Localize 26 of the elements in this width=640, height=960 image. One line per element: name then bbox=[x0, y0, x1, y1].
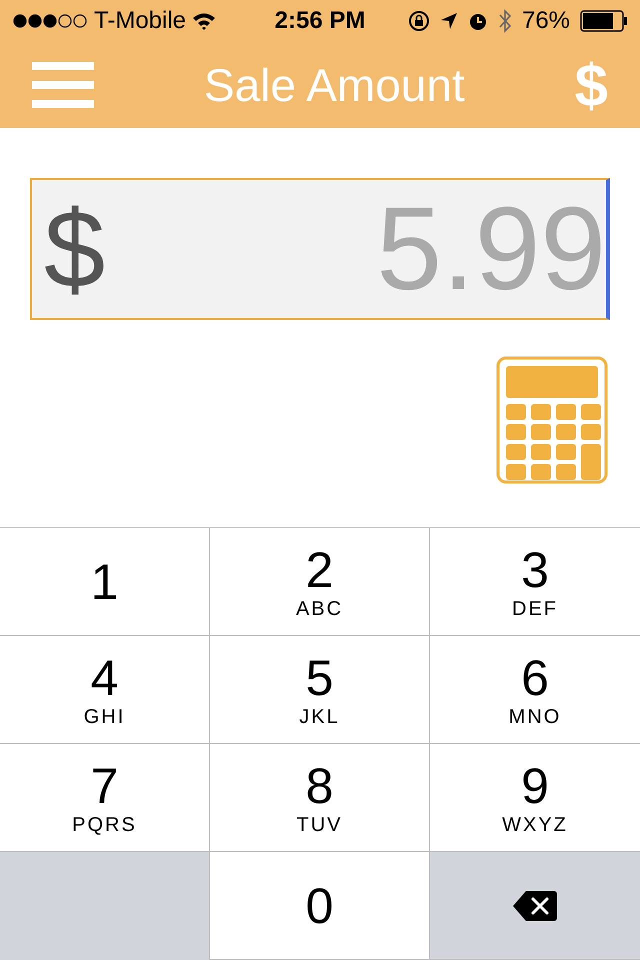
keypad-key[interactable]: 0 bbox=[210, 852, 430, 960]
keypad-key[interactable]: 8 TUV bbox=[210, 744, 430, 852]
keypad-key[interactable]: 7 PQRS bbox=[0, 744, 210, 852]
delete-key[interactable] bbox=[430, 852, 640, 960]
calculator-button[interactable] bbox=[496, 356, 608, 484]
keypad-key[interactable]: 5 JKL bbox=[210, 636, 430, 744]
signal-icon bbox=[12, 13, 88, 29]
currency-symbol: $ bbox=[44, 186, 106, 312]
battery-icon bbox=[580, 10, 628, 32]
keypad-key[interactable]: 4 GHI bbox=[0, 636, 210, 744]
amount-input[interactable]: 5.99 bbox=[105, 181, 606, 317]
wifi-icon bbox=[192, 12, 216, 30]
keypad-key[interactable]: 2 ABC bbox=[210, 528, 430, 636]
battery-percent: 76% bbox=[522, 7, 570, 35]
rotation-lock-icon bbox=[408, 10, 430, 32]
bluetooth-icon bbox=[498, 9, 512, 33]
screen-title: Sale Amount bbox=[204, 58, 465, 112]
calculator-icon bbox=[496, 356, 608, 484]
location-arrow-icon bbox=[440, 12, 458, 30]
backspace-icon bbox=[512, 890, 558, 922]
status-time: 2:56 PM bbox=[274, 7, 366, 35]
carrier-name: T-Mobile bbox=[94, 7, 186, 35]
alarm-clock-icon bbox=[468, 11, 488, 31]
keypad-key[interactable]: 1 bbox=[0, 528, 210, 636]
menu-button[interactable] bbox=[32, 62, 94, 108]
amount-field[interactable]: $ 5.99 bbox=[30, 178, 610, 320]
